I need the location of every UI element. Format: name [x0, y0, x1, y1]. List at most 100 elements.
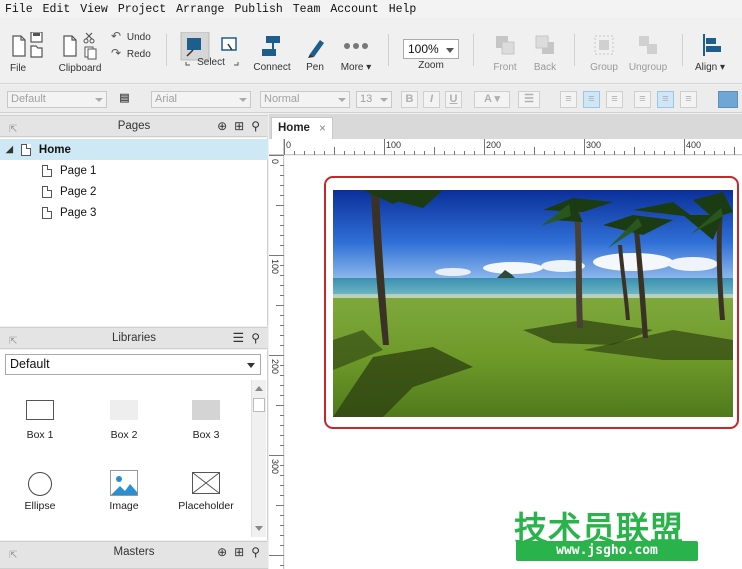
scroll-up-icon[interactable]	[255, 386, 263, 391]
menu-arrange[interactable]: Arrange	[176, 3, 224, 16]
front-button[interactable]: Front	[487, 32, 523, 73]
menu-edit[interactable]: Edit	[43, 3, 71, 16]
widget-label: Image	[109, 500, 139, 512]
align-right-icon[interactable]: ≡	[606, 91, 623, 108]
scroll-down-icon[interactable]	[255, 526, 263, 531]
menu-project[interactable]: Project	[118, 3, 166, 16]
libraries-title: Libraries	[111, 332, 157, 344]
ruler-label: 200	[270, 359, 280, 375]
align-center-icon[interactable]: ≡	[583, 91, 600, 108]
connect-button[interactable]: Connect	[252, 32, 292, 73]
file-label: File	[10, 63, 27, 74]
align-button[interactable]: Align ▾	[693, 32, 727, 73]
collapse-icon[interactable]: ◢	[6, 144, 13, 155]
widget-box-3[interactable]: Box 3	[171, 400, 241, 441]
group-icon	[594, 35, 614, 55]
font-size-value: 13	[360, 93, 373, 105]
menu-team[interactable]: Team	[293, 3, 321, 16]
widget-placeholder[interactable]: Placeholder	[171, 472, 241, 512]
watermark: 技术员联盟 www.jsgho.com	[512, 502, 702, 564]
pen-label: Pen	[306, 62, 324, 73]
menu-account[interactable]: Account	[330, 3, 378, 16]
close-icon[interactable]: ×	[319, 121, 326, 135]
pen-button[interactable]: Pen	[300, 32, 330, 73]
italic-button[interactable]: I	[423, 91, 440, 108]
underline-button[interactable]: U	[445, 91, 462, 108]
align-middle-icon[interactable]: ≡	[657, 91, 674, 108]
page-item-page-2[interactable]: Page 2	[0, 181, 268, 202]
pen-icon	[308, 40, 324, 58]
pages-tree: ◢ Home Page 1 Page 2 Page 3	[0, 138, 268, 326]
widget-label: Box 3	[192, 429, 220, 441]
ungroup-button[interactable]: Ungroup	[626, 32, 670, 73]
font-color-label: A	[483, 93, 492, 105]
ruler-ticks	[284, 139, 735, 155]
menu-view[interactable]: View	[80, 3, 108, 16]
widget-box-1[interactable]: Box 1	[5, 400, 75, 441]
widget-box-2[interactable]: Box 2	[89, 400, 159, 441]
menu-file[interactable]: File	[5, 3, 33, 16]
menu-publish[interactable]: Publish	[234, 3, 282, 16]
page-icon	[42, 206, 52, 219]
zoom-select[interactable]: 100%	[403, 39, 459, 59]
page-icon	[20, 143, 31, 156]
add-folder-icon[interactable]: ⊞	[234, 116, 244, 136]
chevron-down-icon	[380, 98, 388, 102]
back-button[interactable]: Back	[527, 32, 563, 73]
font-value: Arial	[155, 93, 178, 105]
pin-icon[interactable]: ⇱	[9, 546, 17, 566]
beach-photo	[333, 190, 733, 417]
font-weight-select[interactable]: Normal	[260, 91, 350, 108]
menu-help[interactable]: Help	[389, 3, 417, 16]
library-select[interactable]: Default	[5, 354, 261, 375]
page-item-page-1[interactable]: Page 1	[0, 160, 268, 181]
page-item-page-3[interactable]: Page 3	[0, 202, 268, 223]
widget-image[interactable]: Image	[89, 470, 159, 512]
search-icon[interactable]: ⚲	[251, 542, 260, 562]
pin-icon[interactable]: ⇱	[9, 120, 17, 140]
file-icon	[12, 32, 43, 58]
format-painter-icon[interactable]: ▤	[116, 91, 133, 108]
align-bottom-icon[interactable]: ≡	[680, 91, 697, 108]
font-size-select[interactable]: 13	[356, 91, 392, 108]
clipboard-button[interactable]: Clipboard	[56, 32, 104, 74]
group-button[interactable]: Group	[586, 32, 622, 73]
redo-button[interactable]: ↷ Redo	[111, 46, 157, 60]
bullet-list-icon[interactable]: ☰	[518, 91, 540, 108]
chevron-down-icon	[239, 98, 247, 102]
library-scrollbar[interactable]	[251, 380, 266, 537]
add-folder-icon[interactable]: ⊞	[234, 542, 244, 562]
ruler-corner	[269, 139, 284, 155]
tab-label: Home	[278, 122, 310, 134]
undo-button[interactable]: ↶ Undo	[111, 29, 157, 43]
widget-ellipse[interactable]: Ellipse	[5, 472, 75, 512]
search-icon[interactable]: ⚲	[251, 328, 260, 348]
add-master-icon[interactable]: ⊕	[217, 542, 227, 562]
page-item-home[interactable]: ◢ Home	[0, 139, 268, 160]
libraries-body: Default Box 1 Box 2 Box 3 Ellipse Image …	[0, 350, 268, 540]
bold-button[interactable]: B	[401, 91, 418, 108]
align-left-icon[interactable]: ≡	[560, 91, 577, 108]
fill-color-icon[interactable]	[718, 91, 738, 108]
more-button[interactable]: More ▾	[336, 32, 376, 73]
select-button[interactable]: Select	[178, 32, 244, 68]
scroll-thumb[interactable]	[253, 398, 265, 412]
format-bar: Default ▤ Arial Normal 13 B I U A ▾ ☰ ≡ …	[0, 85, 742, 113]
pin-icon[interactable]: ⇱	[9, 332, 17, 352]
redo-icon: ↷	[111, 46, 122, 60]
font-color-button[interactable]: A ▾	[474, 91, 510, 108]
tab-home[interactable]: Home ×	[271, 117, 333, 139]
style-select[interactable]: Default	[7, 91, 107, 108]
widget-label: Box 2	[110, 429, 138, 441]
ruler-label: 300	[586, 140, 602, 150]
menu-icon[interactable]: ☰	[233, 328, 245, 348]
align-top-icon[interactable]: ≡	[634, 91, 651, 108]
toolbar-divider	[574, 34, 575, 66]
add-page-icon[interactable]: ⊕	[217, 116, 227, 136]
page-label: Home	[38, 143, 71, 156]
file-button[interactable]: File	[6, 32, 46, 74]
image-widget[interactable]	[333, 190, 733, 417]
search-icon[interactable]: ⚲	[251, 116, 260, 136]
font-select[interactable]: Arial	[151, 91, 251, 108]
page-icon	[42, 164, 52, 177]
